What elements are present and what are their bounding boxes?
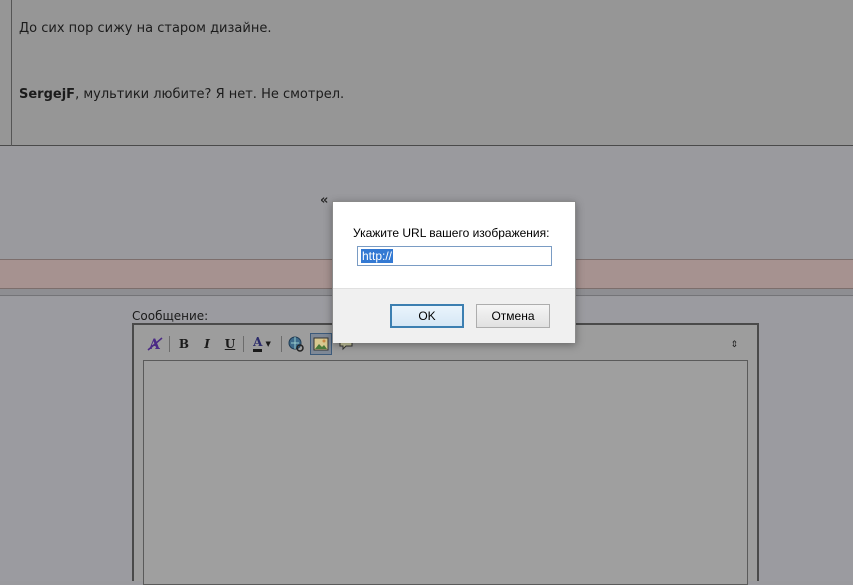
ok-button[interactable]: OK [390,304,464,328]
image-url-input[interactable]: http:// [357,246,552,266]
image-url-dialog: Укажите URL вашего изображения: http:// … [332,201,576,343]
font-color-icon: A [253,336,263,352]
remove-format-icon[interactable]: A [144,333,166,355]
italic-button[interactable]: I [196,333,218,355]
underline-button[interactable]: U [219,333,241,355]
url-input-value: http:// [361,249,394,263]
prev-arrow[interactable]: « [320,193,328,208]
cancel-button[interactable]: Отмена [476,304,550,328]
link-icon[interactable] [285,333,307,355]
font-color-button[interactable]: A ▼ [247,333,277,355]
reply-text: , мультики любите? Я нет. Не смотрел. [75,87,345,102]
chevron-down-icon: ▼ [265,340,271,348]
dialog-footer: OK Отмена [333,288,575,343]
message-editor: A B I U A ▼ ⇕ [132,323,759,585]
dialog-prompt: Укажите URL вашего изображения: [353,226,550,240]
message-label: Сообщение: [132,309,209,323]
toolbar-separator [169,336,170,352]
image-icon[interactable] [310,333,332,355]
message-textarea[interactable] [143,360,748,585]
bold-button[interactable]: B [173,333,195,355]
resize-icon[interactable]: ⇕ [730,341,738,350]
reply-username[interactable]: SergejF [19,87,75,102]
toolbar-separator [243,336,244,352]
post-panel: До сих пор сижу на старом дизайне. Serge… [0,0,853,146]
pagination-nav: « [320,193,328,208]
post-reply: SergejF, мультики любите? Я нет. Не смот… [19,87,344,102]
post-divider [11,0,12,146]
toolbar-separator [281,336,282,352]
post-line-1: До сих пор сижу на старом дизайне. [19,21,272,36]
